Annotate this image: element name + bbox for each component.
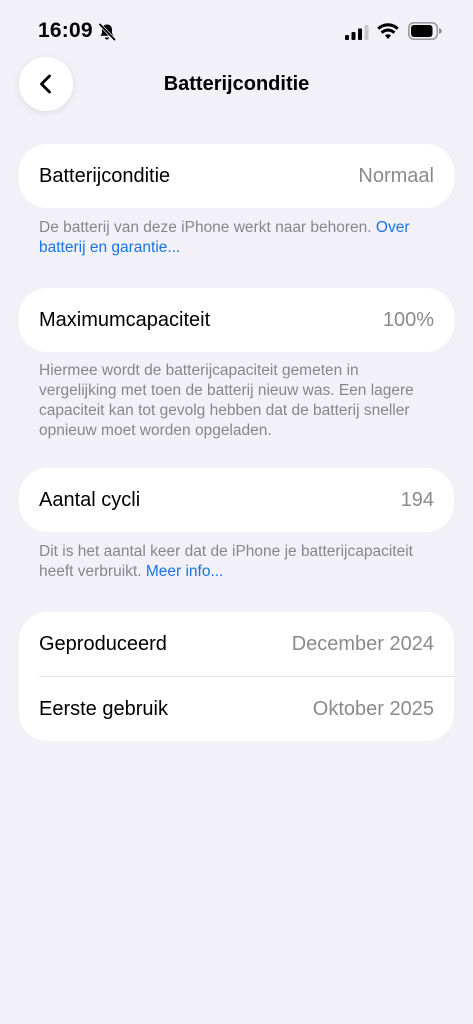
battery-condition-row[interactable]: Batterijconditie Normaal: [19, 144, 454, 208]
manufactured-value: December 2024: [291, 632, 434, 655]
bell-slash-icon: [98, 23, 116, 41]
cycle-count-label: Aantal cycli: [39, 488, 141, 511]
maximum-capacity-value: 100%: [382, 308, 434, 331]
more-info-link[interactable]: Meer info...: [146, 563, 224, 580]
first-use-row: Eerste gebruik Oktober 2025: [19, 677, 454, 741]
maximum-capacity-row: Maximumcapaciteit 100%: [19, 288, 454, 352]
battery-condition-footnote-text: De batterij van deze iPhone werkt naar b…: [39, 219, 376, 236]
battery-icon: [408, 22, 442, 40]
page-title: Batterijconditie: [163, 73, 310, 95]
cycle-count-row: Aantal cycli 194: [19, 468, 454, 532]
maximum-capacity-footnote: Hiermee wordt de batterijcapaciteit geme…: [39, 362, 414, 439]
status-time: 16:09: [38, 19, 93, 42]
cycle-count-value: 194: [400, 488, 434, 511]
battery-condition-footnote: De batterij van deze iPhone werkt naar b…: [39, 218, 439, 258]
cycle-count-footnote: Dit is het aantal keer dat de iPhone je …: [39, 542, 439, 582]
battery-condition-label: Batterijconditie: [39, 164, 171, 187]
manufactured-row: Geproduceerd December 2024: [19, 612, 454, 676]
cellular-signal-icon: [345, 25, 369, 40]
battery-condition-card[interactable]: Batterijconditie Normaal: [19, 144, 454, 208]
dates-card: Geproduceerd December 2024 Eerste gebrui…: [19, 612, 454, 741]
maximum-capacity-label: Maximumcapaciteit: [39, 308, 211, 331]
status-bar: 16:09: [0, 0, 473, 60]
first-use-label: Eerste gebruik: [39, 697, 168, 720]
battery-condition-value: Normaal: [358, 164, 434, 187]
cycle-count-footnote-text: Dit is het aantal keer dat de iPhone je …: [39, 543, 413, 580]
first-use-value: Oktober 2025: [312, 697, 434, 720]
maximum-capacity-card: Maximumcapaciteit 100%: [19, 288, 454, 352]
screen: 16:09 Batterijconditie Batterijconditie …: [0, 0, 473, 1024]
wifi-icon: [377, 23, 399, 39]
cycle-count-card: Aantal cycli 194: [19, 468, 454, 532]
manufactured-label: Geproduceerd: [39, 632, 167, 655]
